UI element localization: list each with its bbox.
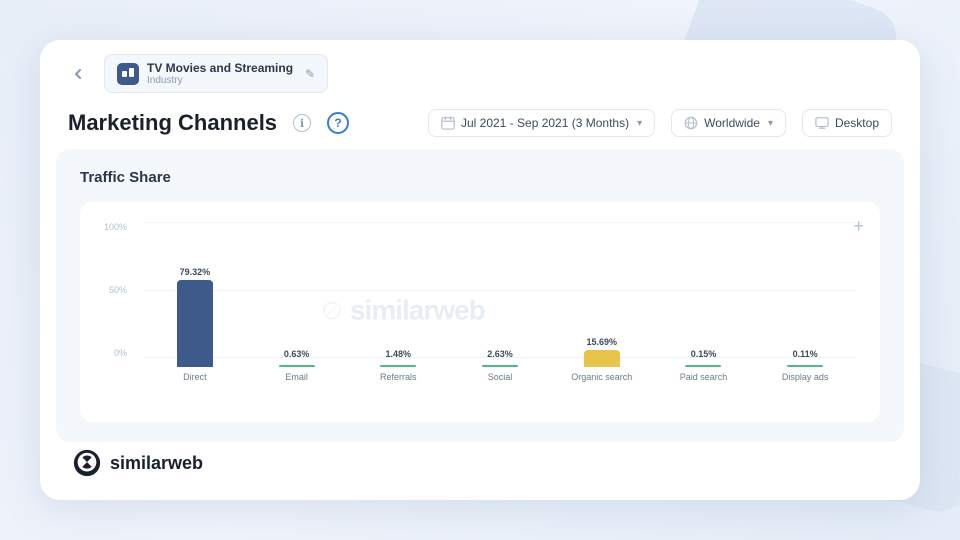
bar-organic_search	[584, 350, 620, 367]
breadcrumb-title: TV Movies and Streaming	[147, 61, 293, 75]
bar-direct	[177, 280, 213, 367]
y-axis: 100% 50% 0%	[104, 222, 133, 358]
bar-pct-organic_search: 15.69%	[586, 337, 617, 347]
bar-group-organic_search[interactable]: 15.69% Organic search	[551, 222, 653, 382]
bar-group-display_ads[interactable]: 0.11% Display ads	[754, 222, 856, 382]
bar-underline-paid_search	[685, 365, 721, 367]
bar-display_ads	[787, 362, 823, 364]
device-filter[interactable]: Desktop	[802, 109, 892, 137]
section-title: Traffic Share	[80, 169, 880, 186]
help-icon[interactable]: ?	[327, 112, 349, 134]
top-nav: TV Movies and Streaming Industry ✎	[40, 40, 920, 93]
bar-underline-social	[482, 365, 518, 367]
bar-group-referrals[interactable]: 1.48% Referrals	[347, 222, 449, 382]
bar-pct-paid_search: 0.15%	[691, 349, 717, 359]
date-filter-label: Jul 2021 - Sep 2021 (3 Months)	[461, 116, 629, 130]
bar-pct-direct: 79.32%	[180, 267, 211, 277]
region-filter[interactable]: Worldwide ▾	[671, 109, 786, 137]
bar-underline-display_ads	[787, 365, 823, 367]
device-filter-label: Desktop	[835, 116, 879, 130]
sw-logo-svg	[72, 448, 102, 478]
bar-label-social: Social	[488, 372, 513, 382]
edit-icon[interactable]: ✎	[305, 67, 315, 81]
info-icon[interactable]: ℹ	[293, 114, 311, 132]
bar-paid_search	[685, 362, 721, 364]
y-label-0: 0%	[114, 348, 127, 358]
bar-underline-referrals	[380, 365, 416, 367]
date-filter[interactable]: Jul 2021 - Sep 2021 (3 Months) ▾	[428, 109, 655, 137]
chart-container: + similarweb 100% 50% 0%	[80, 202, 880, 422]
bar-referrals	[380, 362, 416, 364]
y-label-50: 50%	[109, 285, 127, 295]
bar-group-paid_search[interactable]: 0.15% Paid search	[653, 222, 755, 382]
page-header: Marketing Channels ℹ ? Jul 2021 - Sep 20…	[40, 93, 920, 149]
date-dropdown-arrow: ▾	[637, 118, 642, 129]
bar-group-direct[interactable]: 79.32% Direct	[144, 222, 246, 382]
breadcrumb-icon	[117, 63, 139, 85]
bar-label-display_ads: Display ads	[782, 372, 829, 382]
bar-email	[279, 362, 315, 364]
sw-logo-text: similarweb	[110, 453, 203, 474]
region-dropdown-arrow: ▾	[768, 118, 773, 129]
breadcrumb-text: TV Movies and Streaming Industry	[147, 61, 293, 86]
bar-label-paid_search: Paid search	[680, 372, 728, 382]
y-label-100: 100%	[104, 222, 127, 232]
bar-pct-social: 2.63%	[487, 349, 513, 359]
content-area: Traffic Share + similarweb 100% 50% 0%	[56, 149, 904, 442]
bar-chart: 100% 50% 0% 79.32% Direct 0.63% Email 1.48% R…	[104, 222, 856, 382]
back-button[interactable]	[64, 60, 92, 88]
breadcrumb-subtitle: Industry	[147, 75, 293, 86]
bar-group-social[interactable]: 2.63% Social	[449, 222, 551, 382]
main-card: TV Movies and Streaming Industry ✎ Marke…	[40, 40, 920, 500]
bar-social	[482, 362, 518, 364]
bar-label-referrals: Referrals	[380, 372, 417, 382]
region-filter-label: Worldwide	[704, 116, 760, 130]
bar-underline-email	[279, 365, 315, 367]
filter-group: Jul 2021 - Sep 2021 (3 Months) ▾ Worldwi…	[428, 109, 892, 137]
bar-pct-display_ads: 0.11%	[793, 349, 818, 359]
bar-label-direct: Direct	[183, 372, 207, 382]
bar-label-organic_search: Organic search	[571, 372, 632, 382]
bar-group-email[interactable]: 0.63% Email	[246, 222, 348, 382]
bar-pct-email: 0.63%	[284, 349, 310, 359]
page-title: Marketing Channels	[68, 110, 277, 136]
bottom-logo: similarweb	[72, 448, 203, 478]
breadcrumb-item[interactable]: TV Movies and Streaming Industry ✎	[104, 54, 328, 93]
bar-label-email: Email	[285, 372, 308, 382]
bar-pct-referrals: 1.48%	[386, 349, 412, 359]
